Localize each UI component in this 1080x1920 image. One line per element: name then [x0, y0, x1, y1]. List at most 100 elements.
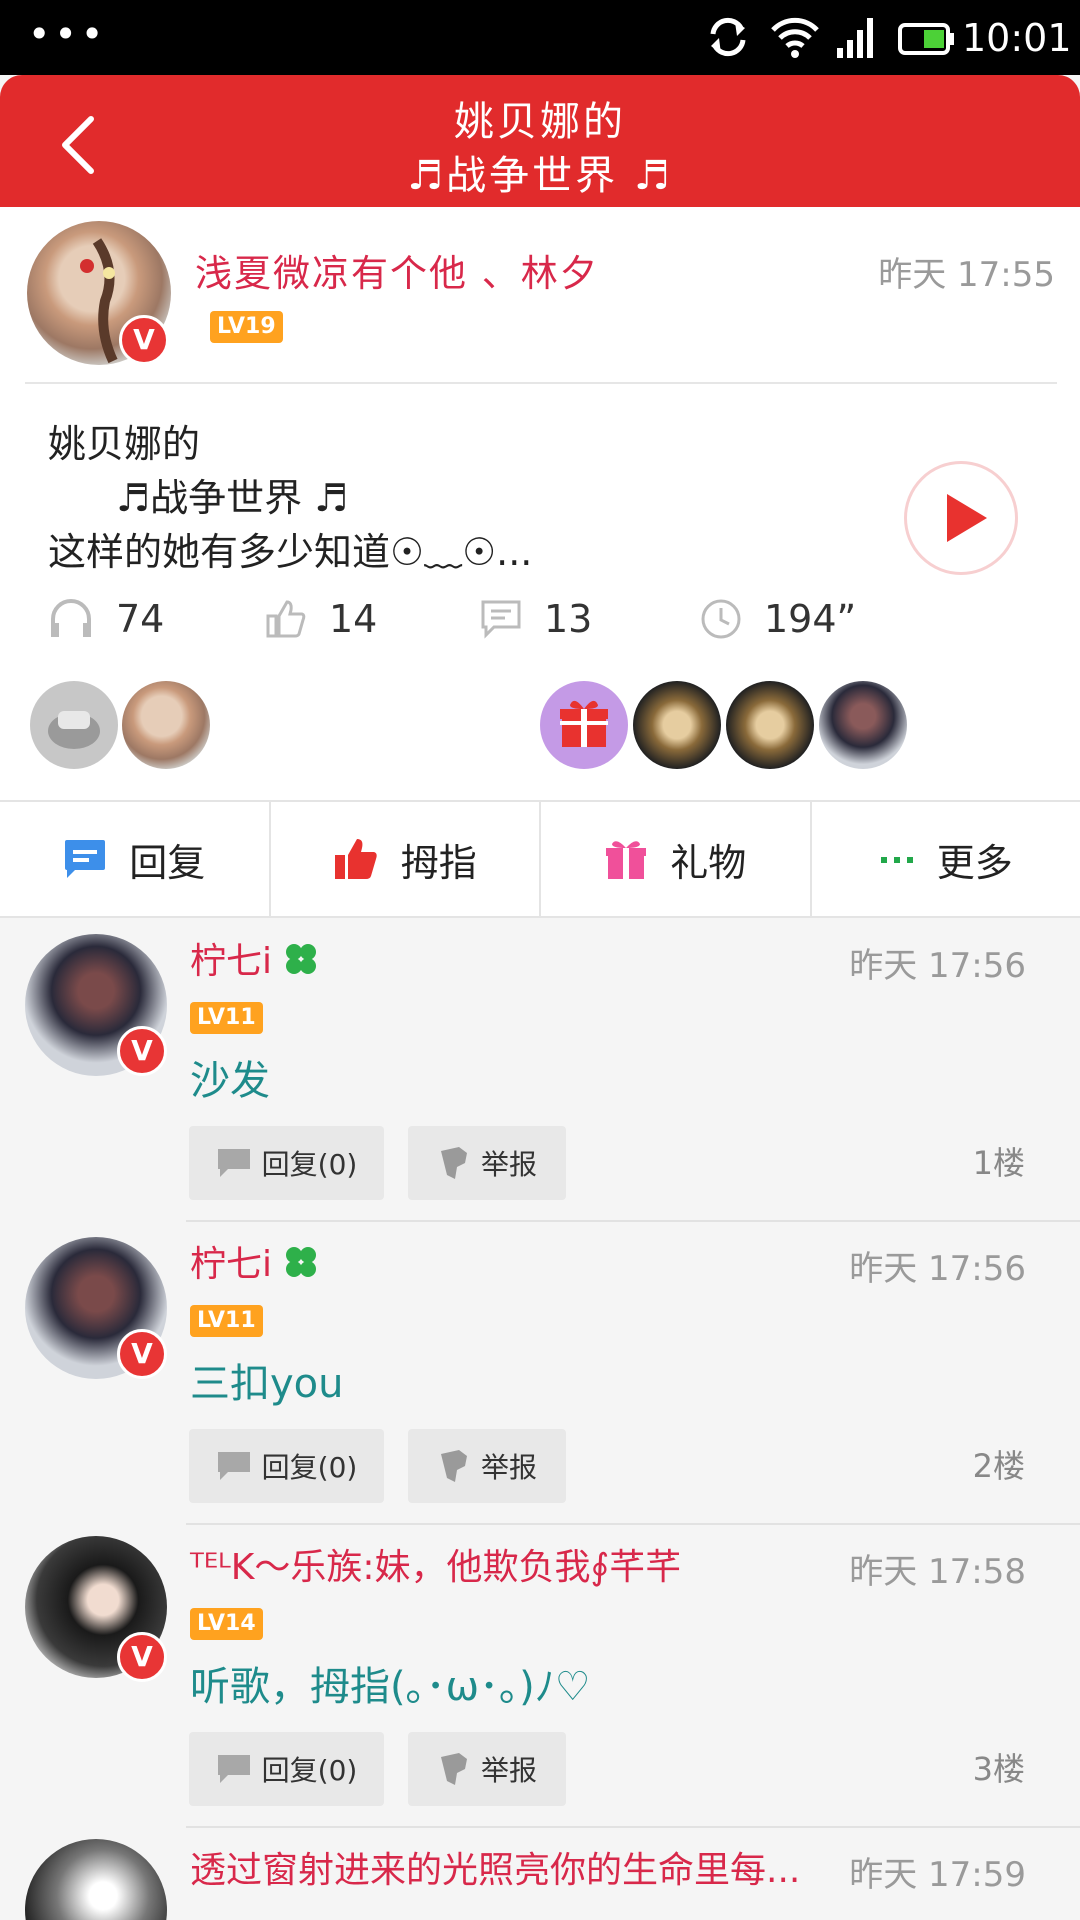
reply-count-button[interactable]: 回复(0)	[189, 1732, 384, 1806]
floor-number: 2楼	[972, 1447, 1025, 1485]
gift-giver-avatar[interactable]	[726, 681, 814, 769]
reply-author-name[interactable]: 柠七i	[190, 932, 319, 984]
floor-number: 3楼	[972, 1750, 1025, 1788]
flag-icon	[440, 1450, 467, 1482]
more-label: 更多	[936, 840, 1013, 885]
clover-icon	[286, 944, 317, 974]
reply-item: V 柠七i 昨天 17:56 LV11 沙发 回复(0) 举报 1楼	[0, 920, 1080, 1222]
reply-time: 昨天 17:58	[849, 1552, 1026, 1592]
clock: 10:01	[962, 16, 1072, 60]
verified-badge: V	[117, 1329, 167, 1379]
likes-stat: 14	[265, 597, 377, 641]
action-bar: 回复 拇指 礼物 更多	[0, 800, 1080, 918]
post-divider	[25, 382, 1057, 384]
reply-label: 回复	[129, 840, 206, 885]
play-icon	[947, 494, 987, 542]
flag-icon	[440, 1753, 467, 1785]
post-time: 昨天 17:55	[878, 255, 1055, 295]
reply-time: 昨天 17:56	[849, 946, 1026, 986]
reply-text: 听歌，拇指(｡･ω･｡)ﾉ♡	[190, 1664, 591, 1710]
level-badge: LV11	[190, 1002, 263, 1034]
reply-text: 三扣you	[190, 1361, 344, 1407]
reply-count-label: 回复(0)	[261, 1451, 358, 1484]
title-bar: 姚贝娜的 ♬战争世界 ♬	[0, 75, 1080, 207]
play-button[interactable]	[904, 461, 1018, 575]
gift-sender-icon[interactable]	[540, 681, 628, 769]
flag-icon	[440, 1147, 467, 1179]
thumbs-up-icon	[334, 839, 377, 879]
thumb-label: 拇指	[400, 840, 477, 885]
comment-icon	[217, 1452, 250, 1480]
post-title: 姚贝娜的 ♬战争世界 ♬ 这样的她有多少知道☉﹏☉...	[48, 417, 532, 579]
report-label: 举报	[480, 1754, 537, 1787]
reply-time: 昨天 17:59	[849, 1855, 1026, 1895]
status-dots: •••	[28, 12, 108, 56]
reply-count-label: 回复(0)	[261, 1148, 358, 1181]
reply-count-button[interactable]: 回复(0)	[189, 1126, 384, 1200]
report-button[interactable]: 举报	[408, 1126, 566, 1200]
reply-author-name[interactable]: ᵀᴱᴸK～乐族:妹，他欺负我∮芊芊	[190, 1538, 681, 1590]
more-button[interactable]: 更多	[812, 802, 1080, 916]
reply-item: V 柠七i 昨天 17:56 LV11 三扣you 回复(0) 举报 2楼	[0, 1223, 1080, 1525]
headphones-icon	[51, 599, 91, 637]
verified-badge: V	[117, 1026, 167, 1076]
report-label: 举报	[480, 1148, 537, 1181]
report-button[interactable]: 举报	[408, 1732, 566, 1806]
level-badge: LV19	[210, 311, 283, 343]
thumb-button[interactable]: 拇指	[271, 802, 541, 916]
level-badge: LV11	[190, 1305, 263, 1337]
likes-count: 14	[329, 597, 378, 641]
post-title-line2: ♬战争世界 ♬	[116, 476, 349, 520]
post-title-line1: 姚贝娜的	[48, 422, 201, 466]
reply-text: 沙发	[190, 1058, 270, 1104]
reply-author-text: 柠七i	[190, 1244, 273, 1285]
verified-badge: V	[117, 1632, 167, 1682]
reply-item: 透过窗射进来的光照亮你的生命里每... 昨天 17:59	[0, 1829, 1080, 1920]
reply-count-label: 回复(0)	[261, 1754, 358, 1787]
reply-time: 昨天 17:56	[849, 1249, 1026, 1289]
clover-icon	[286, 1247, 317, 1277]
reply-item: V ᵀᴱᴸK～乐族:妹，他欺负我∮芊芊 昨天 17:58 LV14 听歌，拇指(…	[0, 1526, 1080, 1828]
listens-count: 74	[116, 597, 165, 641]
comment-icon	[217, 1755, 250, 1783]
signal-icon	[837, 18, 873, 58]
duration-stat: 194”	[700, 597, 856, 641]
level-badge: LV14	[190, 1608, 263, 1640]
clock-icon	[701, 599, 741, 639]
more-dots-icon	[880, 857, 913, 863]
listens-stat: 74	[48, 597, 164, 641]
gift-icon	[606, 841, 647, 879]
reply-count-button[interactable]: 回复(0)	[189, 1429, 384, 1503]
reply-author-name[interactable]: 透过窗射进来的光照亮你的生命里每...	[190, 1841, 800, 1893]
page-title-line2: ♬战争世界 ♬	[407, 153, 673, 199]
battery-icon	[898, 23, 954, 55]
report-button[interactable]: 举报	[408, 1429, 566, 1503]
floor-number: 1楼	[972, 1144, 1025, 1182]
verified-badge: V	[119, 315, 169, 365]
listener-avatar[interactable]	[30, 681, 118, 769]
reply-author-name[interactable]: 柠七i	[190, 1235, 319, 1287]
gift-giver-avatar[interactable]	[633, 681, 721, 769]
thumbs-up-outline-icon	[266, 600, 306, 638]
post-author-name[interactable]: 浅夏微凉有个他 、林夕	[195, 243, 599, 297]
comment-icon	[217, 1149, 250, 1177]
comments-count: 13	[544, 597, 593, 641]
page-title-line1: 姚贝娜的	[454, 99, 626, 145]
gift-giver-avatar[interactable]	[819, 681, 907, 769]
reply-button[interactable]: 回复	[0, 802, 271, 916]
listener-avatar[interactable]	[122, 681, 210, 769]
reply-divider	[186, 1220, 1080, 1222]
chat-bubble-icon	[65, 840, 106, 878]
gift-label: 礼物	[670, 840, 747, 885]
post-title-line3: 这样的她有多少知道☉﹏☉...	[48, 530, 533, 574]
comments-stat: 13	[480, 597, 592, 641]
reply-author-text: 柠七i	[190, 941, 273, 982]
status-bar: ••• 10:01	[0, 0, 1080, 75]
reply-divider	[186, 1523, 1080, 1525]
wifi-icon	[771, 17, 819, 58]
reply-divider	[186, 1826, 1080, 1828]
reply-avatar[interactable]	[25, 1839, 167, 1920]
sync-icon	[710, 17, 746, 57]
report-label: 举报	[480, 1451, 537, 1484]
gift-button[interactable]: 礼物	[541, 802, 812, 916]
